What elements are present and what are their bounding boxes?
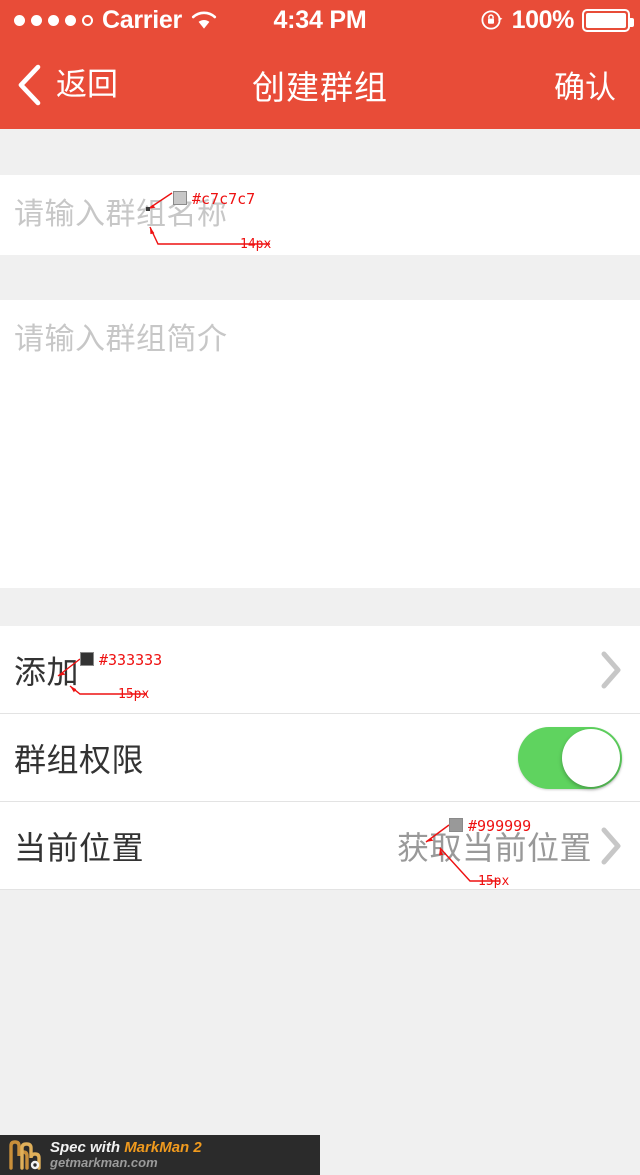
group-name-placeholder: 请输入群组名称 (14, 198, 228, 231)
row-current-location[interactable]: 当前位置 获取当前位置 (0, 802, 640, 890)
row-add[interactable]: 添加 (0, 626, 640, 714)
row-group-permission-label: 群组权限 (14, 741, 145, 778)
row-current-location-label: 当前位置 (14, 829, 145, 866)
row-current-location-accessory: 获取当前位置 (397, 823, 622, 869)
markman-tagline-prefix: Spec with (50, 1138, 125, 1156)
toggle-knob (562, 728, 620, 787)
section-gap-lower (0, 588, 640, 626)
group-intro-placeholder: 请输入群组简介 (14, 323, 228, 356)
row-add-accessory (600, 651, 622, 689)
confirm-button[interactable]: 确认 (554, 40, 616, 129)
markman-brand: MarkMan 2 (124, 1138, 202, 1156)
chevron-right-icon (600, 827, 622, 865)
battery-percent-label: 100% (511, 5, 575, 34)
phone-screen: Carrier 4:34 PM 100% 返回 创建群组 确认 请输入群组名称 … (0, 0, 640, 1175)
battery-icon (582, 8, 634, 32)
page-title: 创建群组 (252, 68, 388, 106)
section-gap-top (0, 129, 640, 175)
markman-tagline: Spec with MarkMan 2 (50, 1139, 202, 1156)
markman-logo-icon (8, 1139, 42, 1171)
chevron-right-icon (600, 651, 622, 689)
section-gap-bottom (0, 890, 640, 1175)
group-intro-field[interactable]: 请输入群组简介 (0, 300, 640, 588)
markman-watermark: Spec with MarkMan 2 getmarkman.com (0, 1135, 320, 1175)
rotation-lock-icon (480, 8, 504, 32)
row-current-location-value: 获取当前位置 (396, 829, 592, 866)
markman-url: getmarkman.com (50, 1155, 158, 1171)
status-bar: Carrier 4:34 PM 100% (0, 0, 640, 40)
navigation-bar: 返回 创建群组 确认 (0, 40, 640, 129)
battery-fill (586, 12, 626, 28)
status-bar-right: 100% (480, 0, 634, 40)
markman-watermark-text: Spec with MarkMan 2 getmarkman.com (50, 1139, 202, 1171)
group-name-field[interactable]: 请输入群组名称 (0, 175, 640, 255)
row-group-permission[interactable]: 群组权限 (0, 714, 640, 802)
section-gap-middle (0, 255, 640, 300)
group-permission-toggle[interactable] (518, 726, 622, 789)
row-add-label: 添加 (14, 653, 80, 690)
